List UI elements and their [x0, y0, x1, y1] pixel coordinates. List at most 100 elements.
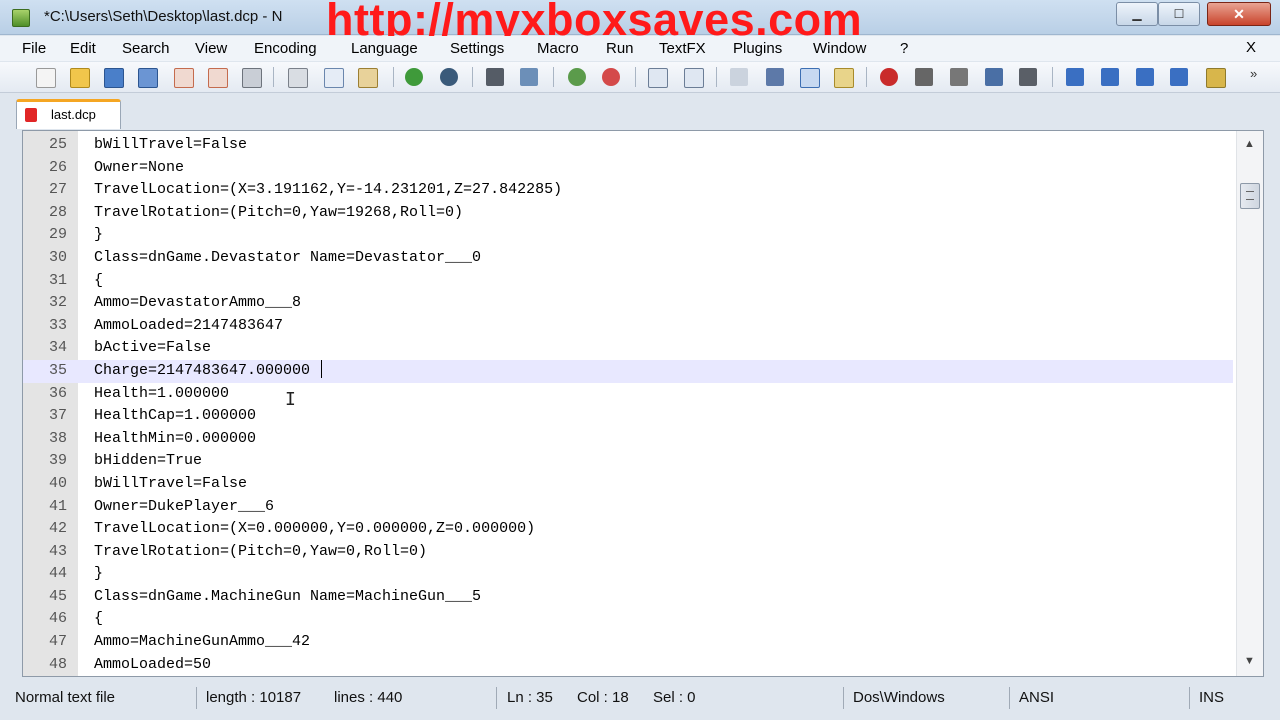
- save-all-icon[interactable]: [138, 68, 158, 88]
- new-file-icon[interactable]: [36, 68, 56, 88]
- toolbar-separator: [1052, 67, 1053, 87]
- tool-c-icon[interactable]: [1136, 68, 1154, 86]
- line-text: HealthCap=1.000000: [94, 407, 257, 425]
- scroll-down-arrow-icon[interactable]: ▼: [1244, 655, 1255, 667]
- line-number: 38: [48, 429, 67, 447]
- code-line[interactable]: 34 bActive=False: [23, 337, 1233, 360]
- menu-run[interactable]: Run: [606, 40, 634, 57]
- paste-icon[interactable]: [358, 68, 378, 88]
- word-wrap-icon[interactable]: [730, 68, 748, 86]
- zoom-out-icon[interactable]: [602, 68, 620, 86]
- undo-icon[interactable]: [405, 68, 423, 86]
- tool-e-icon[interactable]: [1206, 68, 1226, 88]
- menu-plugins[interactable]: Plugins: [733, 40, 782, 57]
- line-number: 46: [48, 610, 67, 628]
- menu-search[interactable]: Search: [122, 40, 170, 57]
- sync-vertical-icon[interactable]: [648, 68, 668, 88]
- menu-window[interactable]: Window: [813, 40, 866, 57]
- code-line[interactable]: 29}: [23, 224, 1233, 247]
- find-icon[interactable]: [486, 68, 504, 86]
- code-line[interactable]: 45 Class=dnGame.MachineGun Name=MachineGu…: [23, 586, 1233, 609]
- menu-file[interactable]: File: [22, 40, 46, 57]
- code-line[interactable]: 30 Class=dnGame.Devastator Name=Devastato…: [23, 247, 1233, 270]
- tab-last-dcp[interactable]: last.dcp: [16, 99, 121, 129]
- user-language-icon[interactable]: [834, 68, 854, 88]
- toolbar-overflow-button[interactable]: »: [1250, 66, 1257, 81]
- editor-pane[interactable]: 25 bWillTravel=False 26 Owner=None 27 TravelL…: [22, 130, 1264, 677]
- line-text: {: [94, 610, 104, 628]
- show-all-chars-icon[interactable]: [766, 68, 784, 86]
- line-number: 32: [48, 294, 67, 312]
- menu-settings[interactable]: Settings: [450, 40, 504, 57]
- code-line[interactable]: 31 {: [23, 270, 1233, 293]
- menu-macro[interactable]: Macro: [537, 40, 579, 57]
- code-line[interactable]: 25 bWillTravel=False: [23, 134, 1233, 157]
- scroll-up-arrow-icon[interactable]: ▲: [1244, 138, 1255, 150]
- line-number: 27: [48, 181, 67, 199]
- indent-guide-icon[interactable]: [800, 68, 820, 88]
- code-line[interactable]: 38 HealthMin=0.000000: [23, 428, 1233, 451]
- code-line[interactable]: 35 Charge=2147483647.000000: [23, 359, 1233, 383]
- save-icon[interactable]: [104, 68, 124, 88]
- close-button[interactable]: ✕: [1207, 2, 1271, 26]
- menu-edit[interactable]: Edit: [70, 40, 96, 57]
- cut-icon[interactable]: [288, 68, 308, 88]
- menu-language[interactable]: Language: [351, 40, 418, 57]
- code-line[interactable]: 39 bHidden=True: [23, 450, 1233, 473]
- status-column: Col : 18: [577, 689, 629, 706]
- code-line[interactable]: 27 TravelLocation=(X=3.191162,Y=-14.23120…: [23, 179, 1233, 202]
- status-separator: [196, 687, 197, 709]
- tool-d-icon[interactable]: [1170, 68, 1188, 86]
- line-text: Class=dnGame.MachineGun Name=MachineGun_…: [94, 587, 482, 605]
- toolbar-separator: [553, 67, 554, 87]
- code-line[interactable]: 48 AmmoLoaded=50: [23, 654, 1233, 676]
- status-file-type: Normal text file: [15, 689, 116, 706]
- stop-record-icon[interactable]: [915, 68, 933, 86]
- open-file-icon[interactable]: [70, 68, 90, 88]
- code-line[interactable]: 47 Ammo=MachineGunAmmo___42: [23, 631, 1233, 654]
- menu-textfx[interactable]: TextFX: [659, 40, 706, 57]
- tool-b-icon[interactable]: [1101, 68, 1119, 86]
- code-line[interactable]: 37 HealthCap=1.000000: [23, 405, 1233, 428]
- save-macro-icon[interactable]: [1019, 68, 1037, 86]
- close-file-icon[interactable]: [174, 68, 194, 88]
- redo-icon[interactable]: [440, 68, 458, 86]
- line-text: TravelRotation=(Pitch=0,Yaw=0,Roll=0): [94, 542, 428, 560]
- play-macro-icon[interactable]: [950, 68, 968, 86]
- vertical-scrollbar[interactable]: ▲ ▼: [1236, 131, 1263, 676]
- code-line[interactable]: 33 AmmoLoaded=2147483647: [23, 315, 1233, 338]
- minimize-button[interactable]: ▁: [1116, 2, 1158, 26]
- code-line[interactable]: 26 Owner=None: [23, 157, 1233, 180]
- replace-icon[interactable]: [520, 68, 538, 86]
- line-text: bWillTravel=False: [94, 474, 248, 492]
- code-line[interactable]: 46 {: [23, 608, 1233, 631]
- code-line[interactable]: 44}: [23, 563, 1233, 586]
- line-number: 30: [48, 248, 67, 266]
- menu-encoding[interactable]: Encoding: [254, 40, 317, 57]
- code-line[interactable]: 41 Owner=DukePlayer___6: [23, 496, 1233, 519]
- code-line[interactable]: 43 TravelRotation=(Pitch=0,Yaw=0,Roll=0): [23, 541, 1233, 564]
- line-text: }: [94, 565, 104, 583]
- status-bar: Normal text file length : 10187 lines : …: [0, 683, 1280, 720]
- run-macro-multiple-icon[interactable]: [985, 68, 1003, 86]
- code-line[interactable]: 32 Ammo=DevastatorAmmo___8: [23, 292, 1233, 315]
- close-all-icon[interactable]: [208, 68, 228, 88]
- sync-horizontal-icon[interactable]: [684, 68, 704, 88]
- tool-a-icon[interactable]: [1066, 68, 1084, 86]
- menu-view[interactable]: View: [195, 40, 227, 57]
- code-line[interactable]: 28 TravelRotation=(Pitch=0,Yaw=19268,Roll…: [23, 202, 1233, 225]
- line-number: 39: [48, 452, 67, 470]
- scrollbar-thumb[interactable]: [1240, 183, 1260, 209]
- menu-help[interactable]: ?: [900, 40, 908, 57]
- zoom-in-icon[interactable]: [568, 68, 586, 86]
- print-icon[interactable]: [242, 68, 262, 88]
- unsaved-file-icon: [25, 108, 37, 122]
- close-document-button[interactable]: X: [1246, 39, 1256, 56]
- code-line[interactable]: 40 bWillTravel=False: [23, 473, 1233, 496]
- copy-icon[interactable]: [324, 68, 344, 88]
- code-line[interactable]: 42 TravelLocation=(X=0.000000,Y=0.000000,…: [23, 518, 1233, 541]
- maximize-button[interactable]: ☐: [1158, 2, 1200, 26]
- record-macro-icon[interactable]: [880, 68, 898, 86]
- code-line[interactable]: 36 Health=1.000000: [23, 383, 1233, 406]
- line-text: TravelLocation=(X=0.000000,Y=0.000000,Z=…: [94, 520, 536, 538]
